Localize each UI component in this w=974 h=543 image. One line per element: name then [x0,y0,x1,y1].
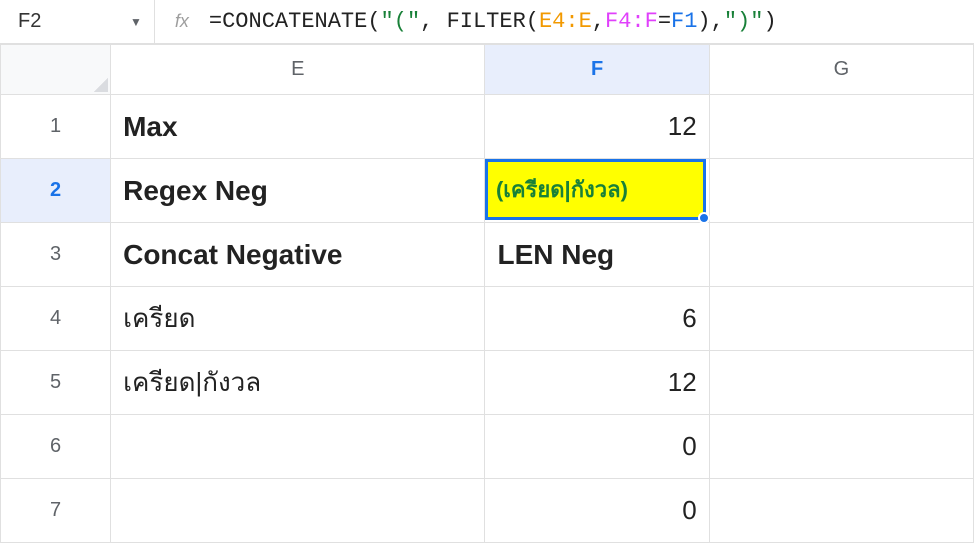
column-header-G[interactable]: G [709,45,973,95]
column-header-E[interactable]: E [111,45,485,95]
cell-E7[interactable] [111,479,485,543]
row-header-4[interactable]: 4 [1,287,111,351]
cell-G4[interactable] [709,287,973,351]
cell-E2[interactable]: Regex Neg [111,159,485,223]
cell-F3[interactable]: LEN Neg [485,223,709,287]
cell-E4[interactable]: เครียด [111,287,485,351]
spreadsheet-grid: E F G 1Max122Regex Neg3Concat NegativeLE… [0,44,974,543]
cell-F1[interactable]: 12 [485,95,709,159]
row-header-7[interactable]: 7 [1,479,111,543]
fx-icon: fx [167,11,197,32]
cell-F7[interactable]: 0 [485,479,709,543]
row-header-5[interactable]: 5 [1,351,111,415]
cell-F6[interactable]: 0 [485,415,709,479]
cell-E6[interactable] [111,415,485,479]
select-all-corner[interactable] [1,45,111,95]
cell-F4[interactable]: 6 [485,287,709,351]
column-header-F[interactable]: F [485,45,709,95]
cell-E3[interactable]: Concat Negative [111,223,485,287]
formula-input[interactable]: =CONCATENATE("(", FILTER(E4:E,F4:F=F1),"… [209,9,966,34]
row-header-3[interactable]: 3 [1,223,111,287]
cell-G5[interactable] [709,351,973,415]
name-box-dropdown-icon[interactable]: ▼ [130,0,155,43]
cell-G1[interactable] [709,95,973,159]
cell-F2[interactable] [485,159,709,223]
cell-E1[interactable]: Max [111,95,485,159]
formula-bar: F2 ▼ fx =CONCATENATE("(", FILTER(E4:E,F4… [0,0,974,44]
cell-G6[interactable] [709,415,973,479]
cell-F5[interactable]: 12 [485,351,709,415]
cell-G2[interactable] [709,159,973,223]
row-header-6[interactable]: 6 [1,415,111,479]
cell-G7[interactable] [709,479,973,543]
cell-G3[interactable] [709,223,973,287]
cell-E5[interactable]: เครียด|กังวล [111,351,485,415]
row-header-2[interactable]: 2 [1,159,111,223]
row-header-1[interactable]: 1 [1,95,111,159]
name-box[interactable]: F2 [8,10,118,33]
